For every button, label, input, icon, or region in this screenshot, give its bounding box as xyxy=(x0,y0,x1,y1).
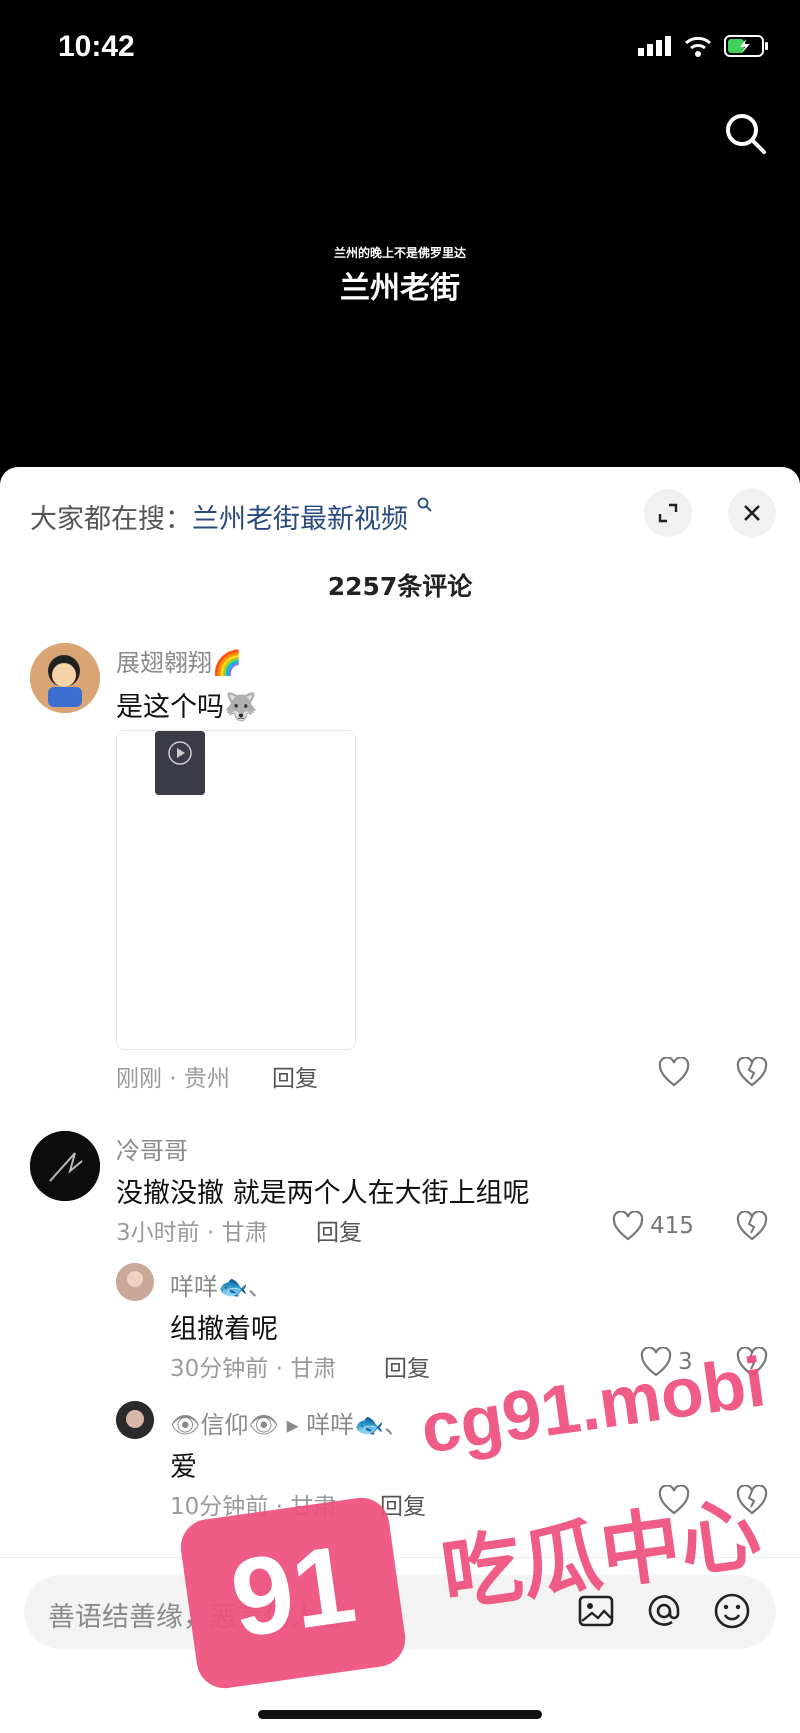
avatar[interactable] xyxy=(30,643,100,713)
comment-username[interactable]: 冷哥哥 xyxy=(116,1131,188,1166)
video-subtitle: 兰州的晚上不是佛罗里达 xyxy=(333,246,466,260)
like-count: 415 xyxy=(650,1213,694,1239)
comment-meta: 30分钟前 · 甘肃 xyxy=(170,1356,337,1382)
avatar-image xyxy=(30,1131,100,1201)
status-bar: 10:42 xyxy=(0,0,800,100)
comment-meta: 刚刚 · 贵州 xyxy=(116,1066,230,1092)
avatar[interactable] xyxy=(116,1401,154,1439)
video-area[interactable]: 10:42 兰州的晚上不是佛罗里达 兰州老街 xyxy=(0,0,800,470)
dislike-icon xyxy=(736,1056,768,1087)
comment-username[interactable]: 👁信仰👁 ▸ 咩咩🐟、 xyxy=(170,1405,408,1440)
avatar-image xyxy=(116,1263,154,1301)
like-button[interactable] xyxy=(658,1057,690,1087)
emoji-icon[interactable] xyxy=(712,1591,752,1631)
battery-icon xyxy=(724,35,768,57)
dislike-button[interactable] xyxy=(736,1056,768,1091)
avatar-image xyxy=(116,1401,154,1439)
search-small-icon xyxy=(417,497,432,512)
search-icon xyxy=(726,114,766,154)
dislike-icon xyxy=(736,1210,768,1241)
comment-text: 没撤没撤 就是两个人在大街上组呢 xyxy=(116,1178,530,1209)
heart-icon xyxy=(658,1057,690,1087)
close-icon xyxy=(744,505,760,521)
comment-meta: 3小时前 · 甘肃 xyxy=(116,1220,268,1246)
video-title: 兰州老街 xyxy=(340,271,460,306)
like-button[interactable]: 415 xyxy=(612,1211,694,1241)
heart-icon xyxy=(612,1211,644,1241)
comment-media[interactable] xyxy=(116,730,356,1050)
hot-search[interactable]: 大家都在搜：兰州老街最新视频 xyxy=(30,497,433,536)
avatar[interactable] xyxy=(116,1263,154,1301)
reply-button[interactable]: 回复 xyxy=(316,1213,362,1247)
video-caption: 兰州的晚上不是佛罗里达 兰州老街 xyxy=(0,244,800,307)
expand-button[interactable] xyxy=(644,489,692,537)
reply-button[interactable]: 回复 xyxy=(272,1059,318,1093)
reply-button[interactable]: 回复 xyxy=(384,1349,430,1383)
watermark-badge-text: 91 xyxy=(224,1522,363,1661)
wifi-icon xyxy=(685,36,711,57)
comment-count: 2257条评论 xyxy=(327,572,473,601)
status-time: 10:42 xyxy=(58,30,135,63)
expand-icon xyxy=(658,503,678,523)
avatar-image xyxy=(30,643,100,713)
home-indicator[interactable] xyxy=(258,1710,542,1719)
comment-username[interactable]: 咩咩🐟、 xyxy=(170,1267,272,1302)
signal-icon xyxy=(638,36,671,56)
comment-username[interactable]: 展翅翱翔🌈 xyxy=(116,643,242,678)
search-button[interactable] xyxy=(722,110,770,158)
avatar[interactable] xyxy=(30,1131,100,1201)
comment-text: 组撤着呢 xyxy=(170,1314,278,1345)
hot-search-link[interactable]: 兰州老街最新视频 xyxy=(192,504,408,535)
comment-text: 是这个吗🐺 xyxy=(116,692,258,723)
close-button[interactable] xyxy=(728,489,776,537)
dislike-button[interactable] xyxy=(736,1210,768,1245)
hot-search-prefix: 大家都在搜： xyxy=(30,504,192,535)
status-icons xyxy=(638,34,770,58)
play-icon xyxy=(155,731,205,795)
video-thumbnail[interactable] xyxy=(155,731,205,795)
comment-text: 爱 xyxy=(170,1452,197,1483)
